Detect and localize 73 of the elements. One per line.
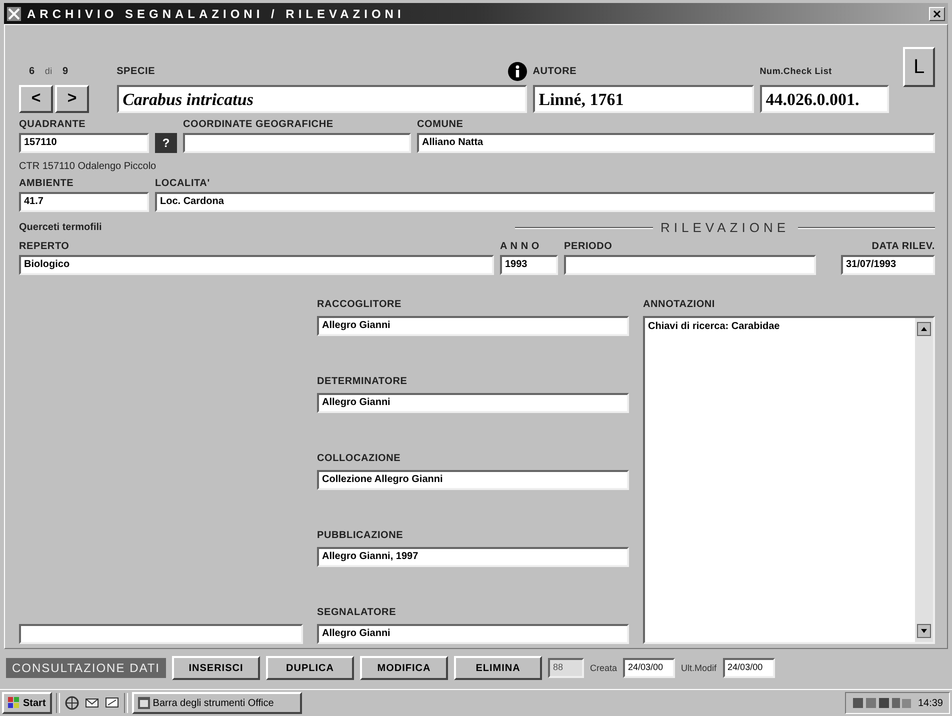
scroll-down-icon[interactable]	[917, 624, 931, 638]
field-label: SPECIE	[116, 66, 156, 76]
notes-area[interactable]: Chiavi di ricerca: Carabidae	[643, 316, 935, 644]
field-label: REPERTO	[19, 241, 70, 252]
input-field[interactable]: Alliano Natta	[417, 133, 935, 153]
input-field[interactable]: 41.7	[19, 192, 149, 212]
input-field[interactable]: 44.026.0.001.	[760, 85, 890, 113]
input-field[interactable]: Allegro Gianni	[317, 393, 629, 413]
action-button[interactable]: MODIFICA	[360, 656, 448, 680]
field-label: COLLOCAZIONE	[317, 453, 402, 464]
input-field: 24/03/00	[722, 658, 775, 678]
app-icon	[7, 6, 21, 20]
field-label: ANNOTAZIONI	[643, 299, 716, 310]
info-icon[interactable]	[508, 62, 527, 80]
mode-label: CONSULTAZIONE DATI	[6, 658, 166, 678]
input-field[interactable]: Carabus intricatus	[116, 85, 527, 113]
field-label: LOCALITA'	[155, 178, 211, 189]
input-field[interactable]: Biologico	[19, 255, 494, 275]
start-button[interactable]: Start	[2, 692, 52, 714]
close-icon	[933, 10, 941, 18]
action-button[interactable]: INSERISCI	[172, 656, 260, 680]
field-label: COMUNE	[417, 119, 464, 130]
field-label: SEGNALATORE	[317, 607, 398, 618]
browser-icon[interactable]	[64, 695, 80, 711]
habitat-note: Querceti termofili	[19, 222, 103, 233]
scroll-bar[interactable]	[915, 318, 933, 642]
window-icon	[138, 697, 150, 709]
input-field[interactable]: Allegro Gianni, 1997	[317, 547, 629, 567]
input-field[interactable]: 31/07/1993	[841, 255, 935, 275]
input-field[interactable]: Loc. Cardona	[155, 192, 935, 212]
scroll-up-icon[interactable]	[917, 322, 931, 336]
input-field: 88	[548, 658, 584, 678]
input-field[interactable]: Allegro Gianni	[317, 316, 629, 336]
input-field[interactable]	[183, 133, 411, 153]
help-button[interactable]: ?	[155, 133, 177, 153]
action-button[interactable]: DUPLICA	[266, 656, 354, 680]
nav-button[interactable]: <	[19, 85, 53, 113]
record-separator: di	[44, 66, 52, 76]
field-label: COORDINATE GEOGRAFICHE	[183, 119, 334, 130]
clock: 14:39	[918, 698, 943, 708]
record-total: 9	[62, 66, 68, 76]
field-label: Ult.Modif	[681, 663, 717, 673]
windows-icon	[8, 697, 20, 709]
input-field[interactable]: Allegro Gianni	[317, 624, 629, 644]
action-button[interactable]: ELIMINA	[454, 656, 542, 680]
close-button[interactable]	[929, 6, 945, 20]
map-note: CTR 157110 Odalengo Piccolo	[19, 161, 158, 172]
input-field[interactable]	[19, 624, 303, 644]
field-label: AMBIENTE	[19, 178, 75, 189]
section-title: RILEVAZIONE	[660, 220, 790, 235]
record-number: 6	[29, 66, 35, 76]
field-label: Num.Check List	[760, 66, 832, 76]
field-label: PERIODO	[564, 241, 614, 252]
field-label: DETERMINATORE	[317, 376, 408, 387]
nav-button[interactable]: >	[55, 85, 89, 113]
input-field[interactable]: 157110	[19, 133, 149, 153]
input-field[interactable]	[564, 255, 816, 275]
field-label: AUTORE	[532, 66, 577, 76]
window-title: ARCHIVIO SEGNALAZIONI / RILEVAZIONI	[27, 6, 405, 20]
field-label: QUADRANTE	[19, 119, 87, 130]
tray-icons-drawing	[852, 696, 912, 710]
field-label: DATA RILEV.	[872, 241, 935, 252]
field-label: Creata	[590, 663, 618, 673]
input-field[interactable]: Collezione Allegro Gianni	[317, 470, 629, 490]
input-field[interactable]: 1993	[500, 255, 558, 275]
field-label: A N N O	[500, 241, 541, 252]
field-label: RACCOGLITORE	[317, 299, 403, 310]
taskbar-item[interactable]: Barra degli strumenti Office	[132, 692, 302, 714]
input-field[interactable]: Linné, 1761	[532, 85, 754, 113]
field-label: PUBBLICAZIONE	[317, 530, 404, 541]
input-field: 24/03/00	[623, 658, 676, 678]
notes-text: Chiavi di ricerca: Carabidae	[647, 320, 781, 334]
l-button[interactable]: L	[903, 47, 935, 87]
